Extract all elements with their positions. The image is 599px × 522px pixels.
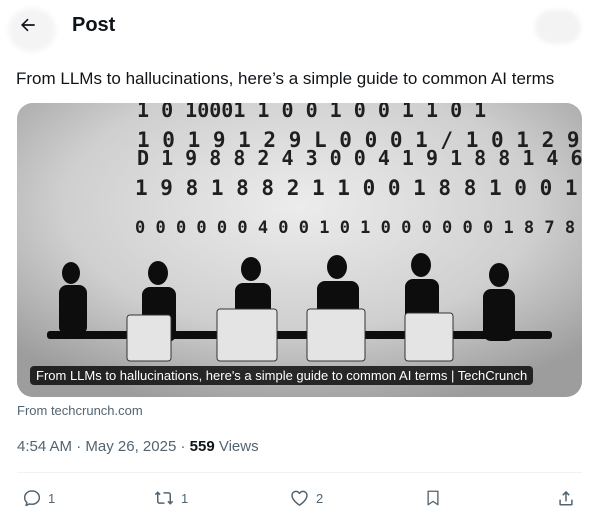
svg-text:1 0 10001 1 0 0 1 0 0 1 1 0 1: 1 0 10001 1 0 0 1 0 0 1 1 0 1 [137, 103, 486, 122]
like-icon [289, 488, 310, 508]
back-button[interactable] [10, 9, 46, 45]
action-bar: 1 1 2 [0, 484, 599, 512]
card-source-link[interactable]: From techcrunch.com [17, 403, 143, 418]
post-text: From LLMs to hallucinations, here’s a si… [16, 69, 555, 88]
share-icon [556, 488, 576, 508]
reply-count: 1 [48, 490, 56, 506]
repost-icon [153, 488, 175, 508]
page-title: Post [72, 14, 116, 36]
faded-follow-button [535, 10, 581, 44]
link-card[interactable]: 1 0 10001 1 0 0 1 0 0 1 1 0 1 1 0 1 9 1 … [17, 103, 582, 397]
meta-separator: · [76, 438, 86, 455]
svg-text:D 1 9 8 8 2 4 3 0 0 4 1 9 1 8: D 1 9 8 8 2 4 3 0 0 4 1 9 1 8 8 1 4 6 1 … [137, 146, 582, 170]
repost-button[interactable]: 1 [153, 484, 188, 512]
card-caption: From LLMs to hallucinations, here's a si… [30, 366, 534, 385]
bookmark-button[interactable] [424, 484, 442, 512]
like-button[interactable]: 2 [289, 484, 323, 512]
svg-text:1 9 8 1 8 8 2 1 1 0 0 1 8 8: 1 9 8 1 8 8 2 1 1 0 0 1 8 8 1 0 0 1 0 0 … [135, 176, 582, 200]
svg-text:0 0 0 0 0 0 4 0 0 1 0 1 0 0: 0 0 0 0 0 0 4 0 0 1 0 1 0 0 0 0 0 0 1 8 … [135, 218, 582, 238]
views-label: Views [218, 438, 259, 455]
post-date[interactable]: May 26, 2025 [85, 438, 176, 455]
card-image: 1 0 10001 1 0 0 1 0 0 1 1 0 1 1 0 1 9 1 … [17, 103, 582, 397]
repost-count: 1 [181, 490, 189, 506]
reply-icon [22, 488, 42, 508]
post-header: Post [0, 0, 599, 56]
arrow-left-icon [18, 15, 38, 40]
share-button[interactable] [556, 484, 576, 512]
post-time[interactable]: 4:54 AM [17, 438, 72, 455]
meta-separator: · [180, 438, 190, 455]
post-meta: 4:54 AM · May 26, 2025 · 559 Views [17, 438, 259, 455]
bookmark-icon [424, 488, 442, 508]
reply-button[interactable]: 1 [22, 484, 55, 512]
like-count: 2 [316, 490, 324, 506]
views-count: 559 [189, 438, 215, 455]
divider [17, 472, 582, 473]
